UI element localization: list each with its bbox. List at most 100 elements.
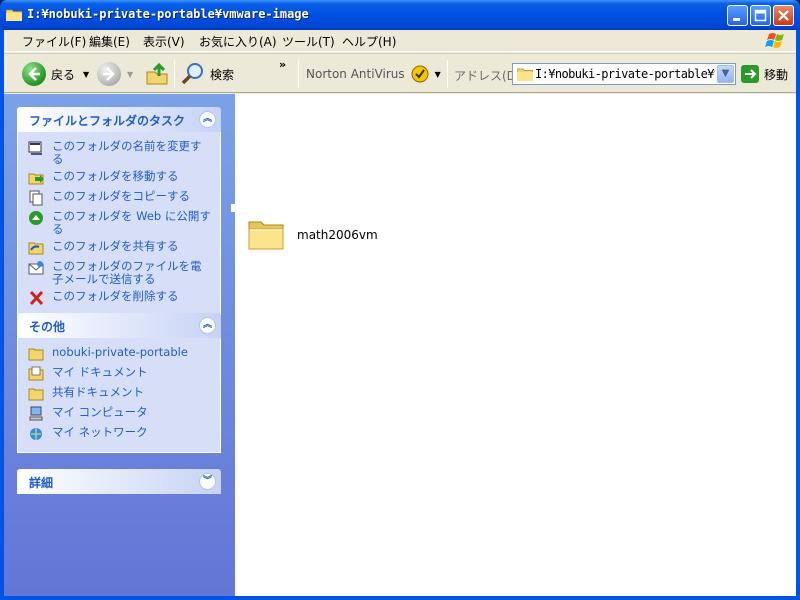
title-bar[interactable]: I:¥nobuki-private-portable¥vmware-image xyxy=(0,0,800,30)
folder-up-icon xyxy=(146,62,168,85)
chevron-down-icon: ▼ xyxy=(721,68,730,79)
task-publish-web[interactable]: このフォルダを Web に公開する xyxy=(28,210,212,236)
address-value[interactable]: I:¥nobuki-private-portable¥vmware-image xyxy=(535,67,715,81)
window-frame: ファイル(F) 編集(E) 表示(V) お気に入り(A) ツール(T) ヘルプ(… xyxy=(4,30,796,596)
menu-file[interactable]: ファイル(F) xyxy=(22,33,86,50)
toolbar-separator xyxy=(174,60,175,88)
chevron-down-icon[interactable]: ▼ xyxy=(83,70,89,79)
chevron-down-icon[interactable]: ▼ xyxy=(435,70,441,79)
place-label: 共有ドキュメント xyxy=(52,385,144,399)
go-label: 移動 xyxy=(764,67,789,82)
place-my-network[interactable]: マイ ネットワーク xyxy=(28,426,212,442)
tasks-header[interactable]: ファイルとフォルダのタスク ︽ xyxy=(17,107,221,132)
place-my-documents[interactable]: マイ ドキュメント xyxy=(28,366,212,382)
explorer-window: I:¥nobuki-private-portable¥vmware-image … xyxy=(0,0,800,600)
copy-icon xyxy=(29,190,43,206)
close-button[interactable] xyxy=(773,5,794,26)
place-label: nobuki-private-portable xyxy=(52,345,188,359)
task-rename-folder[interactable]: このフォルダの名前を変更する xyxy=(28,140,212,166)
back-label: 戻る xyxy=(51,67,76,82)
my-documents-icon xyxy=(28,366,44,381)
task-delete-folder[interactable]: このフォルダを削除する xyxy=(28,290,212,306)
file-list-view[interactable]: math2006vm xyxy=(231,94,796,596)
menu-favorites[interactable]: お気に入り(A) xyxy=(199,33,277,50)
minimize-button[interactable] xyxy=(727,5,748,26)
norton-shield-icon xyxy=(411,65,429,83)
windows-logo-icon xyxy=(765,33,784,48)
details-header[interactable]: 詳細 ︾ xyxy=(17,469,221,494)
norton-antivirus-button[interactable]: Norton AntiVirus ▼ xyxy=(306,59,441,89)
go-button[interactable]: 移動 xyxy=(740,59,788,89)
back-arrow-icon xyxy=(22,62,46,86)
address-dropdown-button[interactable]: ▼ xyxy=(717,65,734,83)
maximize-button[interactable] xyxy=(750,5,771,26)
task-label: このフォルダのファイルを電子メールで送信する xyxy=(52,259,202,286)
back-button[interactable]: 戻る ▼ xyxy=(22,59,89,89)
collapse-icon[interactable]: ︽ xyxy=(199,317,216,334)
other-places-header[interactable]: その他 ︽ xyxy=(17,313,221,338)
place-label: マイ ドキュメント xyxy=(52,365,148,379)
folder-icon xyxy=(6,9,22,21)
place-my-computer[interactable]: マイ コンピュータ xyxy=(28,406,212,422)
details-panel: 詳細 ︾ xyxy=(17,469,221,494)
collapse-icon[interactable]: ︽ xyxy=(199,111,216,128)
place-shared-documents[interactable]: 共有ドキュメント xyxy=(28,386,212,402)
tasks-title: ファイルとフォルダのタスク xyxy=(29,114,186,128)
web-publish-icon xyxy=(29,211,43,225)
place-label: マイ コンピュータ xyxy=(52,405,148,419)
up-folder-button[interactable] xyxy=(145,59,169,89)
other-places-list: nobuki-private-portable マイ ドキュメント 共有ドキュメ… xyxy=(17,338,221,453)
forward-button[interactable]: ▼ xyxy=(97,59,133,89)
search-icon xyxy=(181,63,203,85)
menu-view[interactable]: 表示(V) xyxy=(143,33,185,50)
task-label: このフォルダを共有する xyxy=(52,239,179,253)
task-move-folder[interactable]: このフォルダを移動する xyxy=(28,170,212,186)
task-label: このフォルダをコピーする xyxy=(52,189,190,203)
toolbar-overflow-icon[interactable]: » xyxy=(279,58,286,71)
address-bar[interactable]: I:¥nobuki-private-portable¥vmware-image … xyxy=(512,63,736,85)
move-icon xyxy=(28,173,44,185)
close-icon xyxy=(778,10,789,21)
maximize-icon xyxy=(754,9,767,22)
menu-edit[interactable]: 編集(E) xyxy=(89,33,130,50)
share-icon xyxy=(28,242,44,255)
toolbar: 戻る ▼ ▼ 検索 » Norton AntiVirus ▼ アドレス(D) I… xyxy=(4,53,796,93)
splitter-handle[interactable] xyxy=(231,204,239,212)
task-label: このフォルダを削除する xyxy=(52,289,179,303)
other-places-panel: その他 ︽ nobuki-private-portable マイ ドキュメント … xyxy=(17,313,221,453)
menu-help[interactable]: ヘルプ(H) xyxy=(342,33,396,50)
shared-documents-icon xyxy=(28,388,44,401)
folder-icon xyxy=(28,348,44,361)
task-pane: ファイルとフォルダのタスク ︽ このフォルダの名前を変更する このフォルダを移動… xyxy=(4,94,235,596)
antivirus-label: Norton AntiVirus xyxy=(306,67,405,81)
folder-icon xyxy=(248,221,284,250)
task-label: このフォルダを Web に公開する xyxy=(52,209,211,236)
go-arrow-icon xyxy=(741,65,759,83)
my-computer-icon xyxy=(29,406,43,421)
menu-tools[interactable]: ツール(T) xyxy=(282,33,335,50)
toolbar-separator xyxy=(298,60,299,88)
file-folder-tasks-panel: ファイルとフォルダのタスク ︽ このフォルダの名前を変更する このフォルダを移動… xyxy=(17,107,221,317)
chevron-down-icon[interactable]: ▼ xyxy=(127,70,133,79)
file-name: math2006vm xyxy=(297,228,378,242)
search-label: 検索 xyxy=(210,67,235,82)
details-title: 詳細 xyxy=(29,476,54,490)
other-places-title: その他 xyxy=(29,320,66,334)
place-label: マイ ネットワーク xyxy=(52,425,148,439)
tasks-list: このフォルダの名前を変更する このフォルダを移動する このフォルダをコピーする … xyxy=(17,132,221,317)
task-share-folder[interactable]: このフォルダを共有する xyxy=(28,240,212,256)
window-title: I:¥nobuki-private-portable¥vmware-image xyxy=(27,7,309,21)
email-icon xyxy=(28,261,44,275)
toolbar-separator xyxy=(447,60,448,88)
expand-icon[interactable]: ︾ xyxy=(199,473,216,490)
place-nobuki-private-portable[interactable]: nobuki-private-portable xyxy=(28,346,212,362)
menu-bar: ファイル(F) 編集(E) 表示(V) お気に入り(A) ツール(T) ヘルプ(… xyxy=(4,30,796,52)
task-label: このフォルダを移動する xyxy=(52,169,179,183)
task-copy-folder[interactable]: このフォルダをコピーする xyxy=(28,190,212,206)
folder-icon xyxy=(517,68,533,81)
search-button[interactable]: 検索 xyxy=(180,59,234,89)
rename-icon xyxy=(28,141,42,155)
forward-arrow-icon xyxy=(97,62,121,86)
task-email-files[interactable]: このフォルダのファイルを電子メールで送信する xyxy=(28,260,212,286)
minimize-icon xyxy=(733,18,740,21)
